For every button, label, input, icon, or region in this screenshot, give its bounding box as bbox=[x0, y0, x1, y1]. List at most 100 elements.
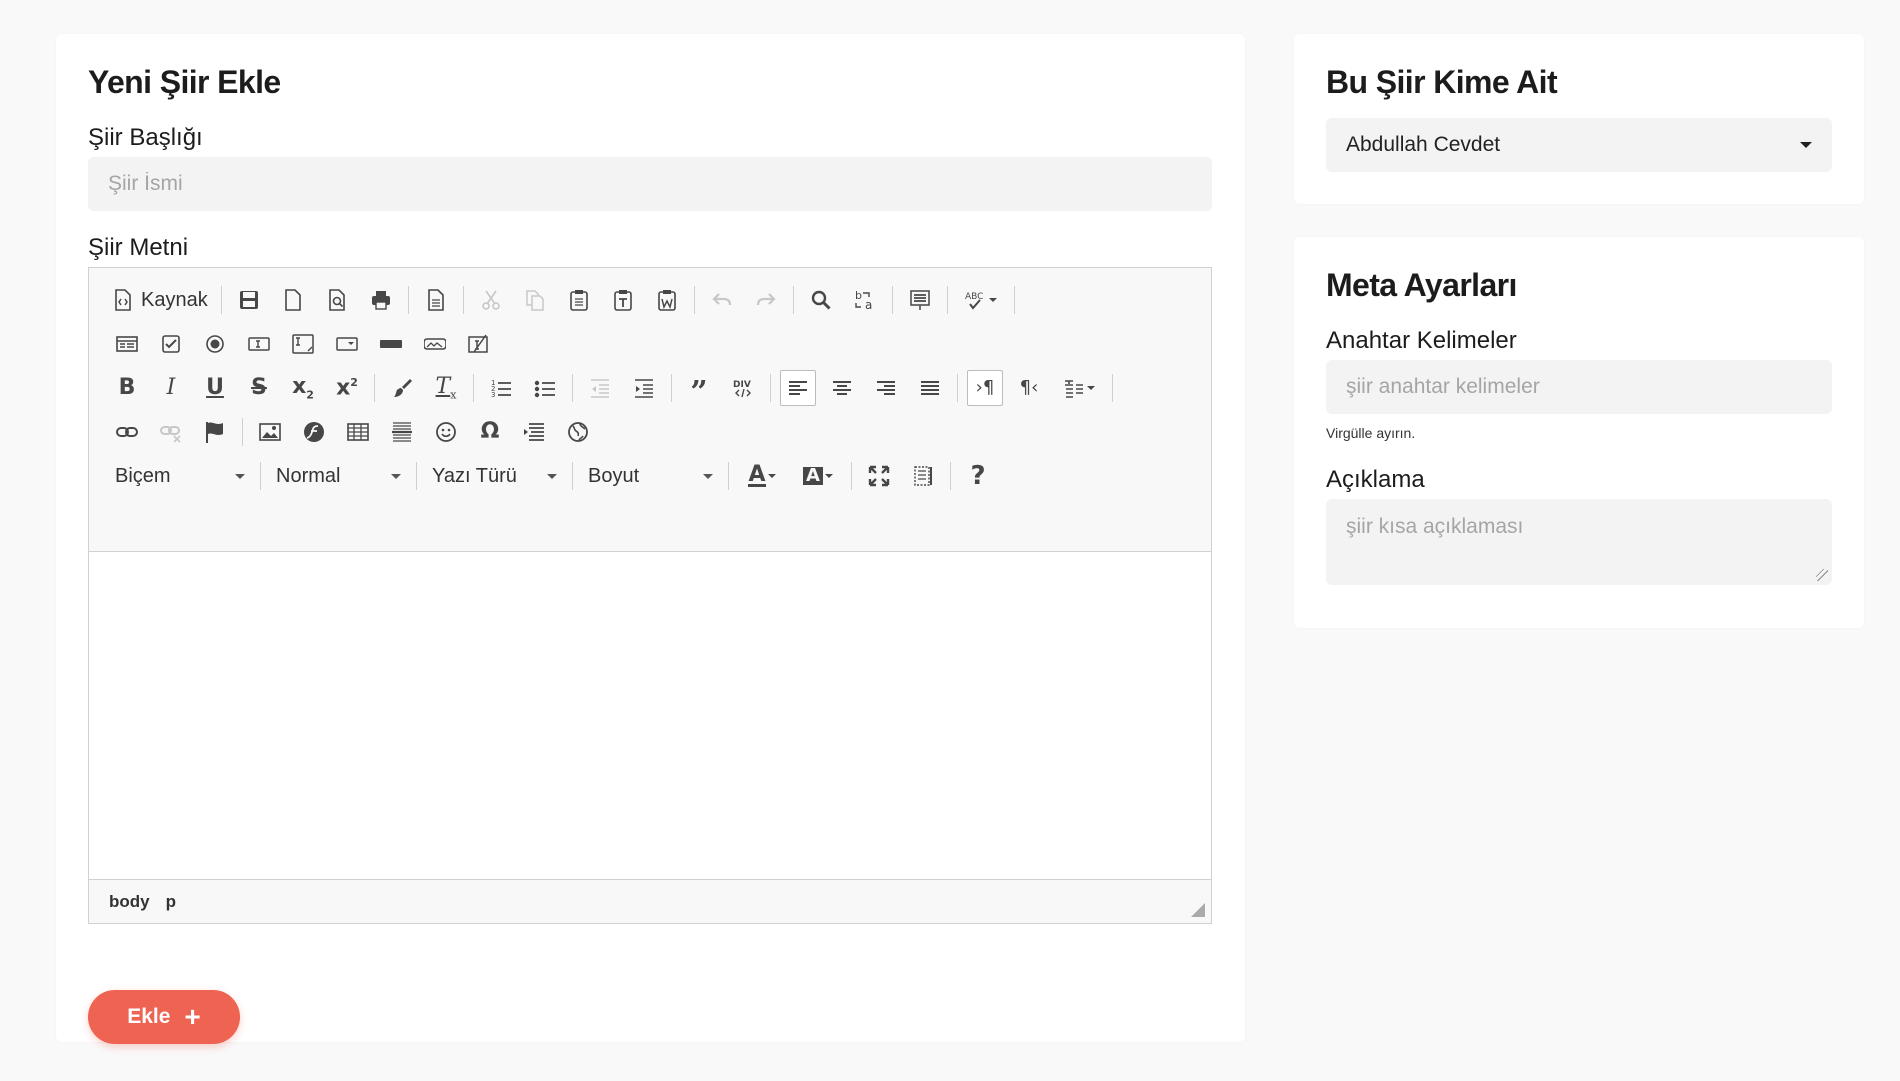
find-button[interactable] bbox=[803, 282, 839, 318]
toolbar-separator bbox=[572, 374, 573, 402]
add-button[interactable]: Ekle + bbox=[88, 990, 240, 1044]
rtl-button[interactable]: ¶‹ bbox=[1011, 370, 1047, 406]
horizontal-rule-button[interactable] bbox=[384, 414, 420, 450]
superscript-button[interactable]: x2 bbox=[329, 370, 365, 406]
bold-button[interactable]: B bbox=[109, 370, 145, 406]
undo-button[interactable] bbox=[704, 282, 740, 318]
help-icon: ? bbox=[970, 461, 986, 491]
description-label: Açıklama bbox=[1326, 466, 1425, 493]
text-field-icon bbox=[248, 337, 270, 351]
paste-word-button[interactable] bbox=[649, 282, 685, 318]
text-color-button[interactable]: A bbox=[738, 458, 786, 494]
numbered-list-button[interactable]: 123 bbox=[483, 370, 519, 406]
path-p[interactable]: p bbox=[166, 892, 176, 912]
page-break-button[interactable] bbox=[516, 414, 552, 450]
spellcheck-button[interactable]: ABC bbox=[957, 282, 1005, 318]
subscript-button[interactable]: x2 bbox=[285, 370, 321, 406]
editor-content-area[interactable] bbox=[89, 552, 1211, 878]
redo-button[interactable] bbox=[748, 282, 784, 318]
cut-button[interactable] bbox=[473, 282, 509, 318]
paragraph-format-combo[interactable]: Normal bbox=[266, 458, 411, 494]
text-direction-ltr-icon: ›¶ bbox=[975, 377, 995, 398]
checkbox-icon bbox=[162, 335, 180, 353]
resize-handle-icon[interactable] bbox=[1191, 903, 1205, 917]
horizontal-rule-icon bbox=[392, 422, 412, 442]
svg-text:DIV: DIV bbox=[733, 380, 751, 390]
page-break-icon bbox=[524, 423, 544, 441]
new-page-button[interactable] bbox=[275, 282, 311, 318]
justify-button[interactable] bbox=[912, 370, 948, 406]
about-button[interactable]: ? bbox=[960, 458, 996, 494]
image-button[interactable] bbox=[252, 414, 288, 450]
link-button[interactable] bbox=[109, 414, 145, 450]
text-direction-rtl-icon: ¶‹ bbox=[1019, 377, 1039, 398]
toolbar-separator bbox=[220, 286, 222, 314]
replace-button[interactable]: ba bbox=[847, 282, 883, 318]
numbered-list-icon: 123 bbox=[491, 379, 511, 399]
remove-format-button[interactable]: Tx bbox=[428, 370, 464, 406]
copy-button[interactable] bbox=[517, 282, 553, 318]
blockquote-button[interactable]: ” bbox=[681, 370, 717, 408]
align-left-icon bbox=[789, 381, 807, 395]
textarea-button[interactable] bbox=[285, 326, 321, 362]
radio-button[interactable] bbox=[197, 326, 233, 362]
bg-color-button[interactable]: A bbox=[794, 458, 842, 494]
font-size-combo[interactable]: Boyut bbox=[578, 458, 723, 494]
outdent-button[interactable] bbox=[582, 370, 618, 406]
chevron-down-icon bbox=[391, 473, 401, 479]
paste-text-button[interactable] bbox=[605, 282, 641, 318]
preview-button[interactable] bbox=[319, 282, 355, 318]
flash-button[interactable] bbox=[296, 414, 332, 450]
toolbar-row-2 bbox=[105, 322, 501, 366]
owner-select[interactable]: Abdullah Cevdet bbox=[1326, 118, 1832, 172]
indent-button[interactable] bbox=[626, 370, 662, 406]
poem-title-input[interactable] bbox=[88, 157, 1212, 211]
underline-button[interactable]: U bbox=[197, 370, 233, 406]
outdent-icon bbox=[591, 379, 609, 398]
align-center-button[interactable] bbox=[824, 370, 860, 406]
print-button[interactable] bbox=[363, 282, 399, 318]
smiley-button[interactable] bbox=[428, 414, 464, 450]
description-textarea[interactable] bbox=[1326, 499, 1832, 585]
text-field-button[interactable] bbox=[241, 326, 277, 362]
paste-word-icon bbox=[657, 290, 676, 311]
iframe-button[interactable] bbox=[560, 414, 596, 450]
language-button[interactable] bbox=[1055, 370, 1103, 406]
align-left-button[interactable] bbox=[780, 370, 816, 406]
select-all-button[interactable] bbox=[902, 282, 938, 318]
keywords-input[interactable] bbox=[1326, 360, 1832, 414]
underline-icon: U bbox=[206, 375, 224, 400]
ltr-button[interactable]: ›¶ bbox=[967, 370, 1003, 406]
toolbar-separator bbox=[946, 286, 948, 314]
form-button[interactable] bbox=[109, 326, 145, 362]
flash-icon bbox=[304, 422, 324, 442]
image-button-button[interactable] bbox=[417, 326, 453, 362]
hidden-field-button[interactable] bbox=[461, 326, 497, 362]
toolbar-separator bbox=[792, 286, 794, 314]
anchor-button[interactable] bbox=[197, 414, 233, 450]
resize-handle-icon[interactable] bbox=[1816, 569, 1828, 581]
toolbar-separator bbox=[1112, 374, 1113, 402]
maximize-button[interactable] bbox=[861, 458, 897, 494]
special-char-button[interactable]: Ω bbox=[472, 414, 508, 450]
unlink-button[interactable] bbox=[153, 414, 189, 450]
button-button[interactable] bbox=[373, 326, 409, 362]
italic-button[interactable]: I bbox=[153, 370, 189, 406]
select-button[interactable] bbox=[329, 326, 365, 362]
table-button[interactable] bbox=[340, 414, 376, 450]
checkbox-button[interactable] bbox=[153, 326, 189, 362]
save-button[interactable] bbox=[231, 282, 267, 318]
align-right-button[interactable] bbox=[868, 370, 904, 406]
show-blocks-button[interactable] bbox=[905, 458, 941, 494]
paste-button[interactable] bbox=[561, 282, 597, 318]
div-button[interactable]: DIV bbox=[725, 370, 761, 406]
source-button[interactable]: Kaynak bbox=[105, 282, 216, 318]
templates-button[interactable] bbox=[418, 282, 454, 318]
strike-button[interactable]: S bbox=[241, 370, 277, 406]
copy-format-button[interactable] bbox=[384, 370, 420, 406]
format-combo[interactable]: Biçem bbox=[105, 458, 255, 494]
font-combo[interactable]: Yazı Türü bbox=[422, 458, 567, 494]
toolbar-separator bbox=[374, 374, 375, 402]
path-body[interactable]: body bbox=[109, 892, 150, 912]
bullet-list-button[interactable] bbox=[527, 370, 563, 406]
